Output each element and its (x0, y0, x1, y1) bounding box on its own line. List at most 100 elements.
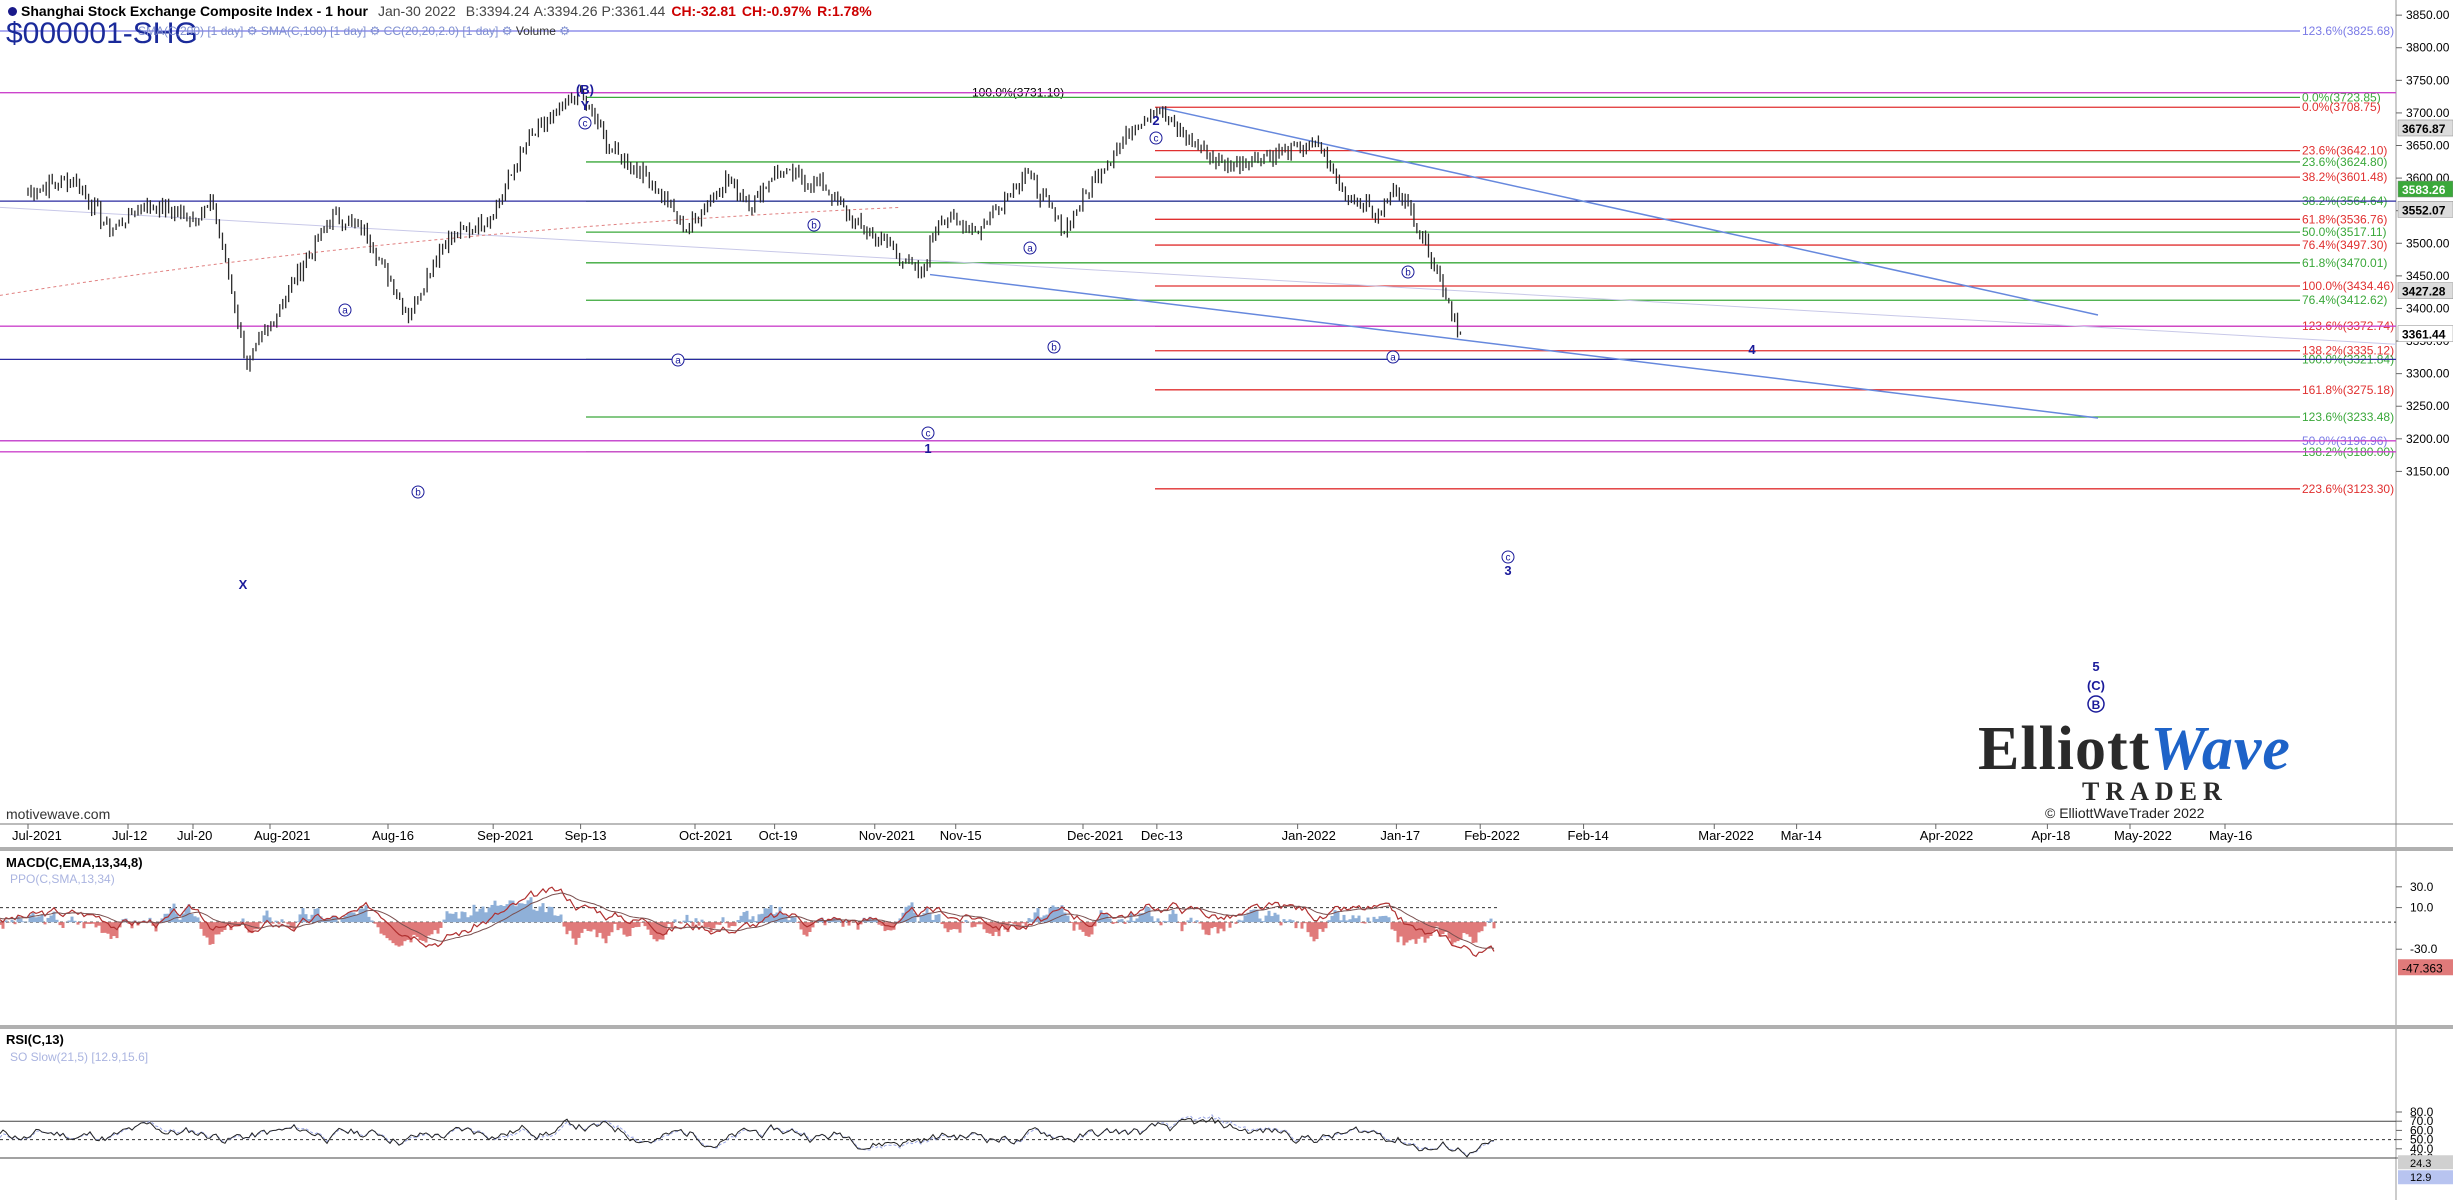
fib-level-label: 76.4%(3412.62) (2302, 293, 2387, 307)
trend-line-lower (929, 273, 2099, 419)
subwave-b: b (415, 488, 421, 499)
subwave-a: a (1390, 353, 1396, 364)
study-sma200[interactable]: SMA(C,200) [1 day] (138, 24, 243, 38)
time-tick-label: Dec-2021 (1067, 828, 1123, 843)
studies-list: SMA(C,200) [1 day] ⚙ SMA(C,100) [1 day] … (138, 24, 570, 38)
wave-label-5: 5 (2092, 659, 2099, 674)
fib-level-label: 123.6%(3825.68) (2302, 24, 2394, 38)
fib-level-label: 23.6%(3624.80) (2302, 155, 2387, 169)
price-tick-label: 3850.00 (2406, 8, 2450, 22)
header-bid: B:3394.24 (465, 3, 530, 19)
time-tick-label: Aug-2021 (254, 828, 310, 843)
fib-level-label: 123.6%(3233.48) (2302, 410, 2394, 424)
price-tick-label: 3700.00 (2406, 106, 2450, 120)
price-tick-label: 3400.00 (2406, 301, 2450, 315)
study-sma100[interactable]: SMA(C,100) [1 day] (261, 24, 366, 38)
subwave-a: a (1027, 244, 1033, 255)
trend-line-faint (0, 206, 2397, 345)
header-range: R:1.78% (817, 3, 872, 19)
price-tick-label: 3300.00 (2406, 367, 2450, 381)
price-tick-label: 3500.00 (2406, 236, 2450, 250)
watermark: motivewave.com (6, 806, 111, 822)
gear-icon[interactable]: ⚙ (370, 24, 381, 38)
price-tick-label: 3250.00 (2406, 399, 2450, 413)
time-tick-label: Nov-15 (940, 828, 982, 843)
rsi-panel-sep (0, 1025, 2453, 1029)
subwave-b: b (1051, 343, 1057, 354)
time-tick-label: Sep-2021 (477, 828, 533, 843)
study-volume[interactable]: Volume (516, 24, 556, 38)
fib-level-label: 61.8%(3470.01) (2302, 256, 2387, 270)
fib-level-label: 161.8%(3275.18) (2302, 383, 2394, 397)
time-tick-label: Dec-13 (1141, 828, 1183, 843)
macd-last-label: -47.363 (2402, 961, 2443, 975)
header-change: CH:-32.81 (671, 3, 736, 19)
time-tick-label: Mar-2022 (1698, 828, 1754, 843)
fib-level-label: 0.0%(3708.75) (2302, 100, 2381, 114)
subwave-c: c (583, 119, 588, 130)
wave-label-circled-B: B (2092, 698, 2101, 712)
price-tick-label: 3650.00 (2406, 139, 2450, 153)
time-tick-label: May-16 (2209, 828, 2252, 843)
time-tick-label: Jan-2022 (1282, 828, 1336, 843)
time-tick-label: Jul-2021 (12, 828, 62, 843)
rsi-subtitle: SO Slow(21,5) [12.9,15.6] (10, 1050, 149, 1064)
wave-label-B: (B) (576, 82, 594, 97)
wave-label-2: 2 (1152, 113, 1159, 128)
logo-word-elliott: Elliott (1978, 715, 2151, 783)
macd-title: MACD(C,EMA,13,34,8) (6, 855, 143, 870)
rsi-line (0, 1116, 1495, 1158)
logo-word-wave: Wave (2150, 715, 2291, 783)
subwave-c: c (1506, 553, 1511, 564)
trend-line-upper (1159, 106, 2099, 316)
logo-word-trader: TRADER (2082, 777, 2228, 806)
time-tick-label: Feb-2022 (1464, 828, 1520, 843)
subwave-b: b (1405, 268, 1411, 279)
time-tick-label: Sep-13 (565, 828, 607, 843)
gear-icon[interactable]: ⚙ (247, 24, 258, 38)
study-cc[interactable]: CC(20,20,2.0) [1 day] (384, 24, 499, 38)
gear-icon[interactable]: ⚙ (559, 24, 570, 38)
subwave-a: a (342, 306, 348, 317)
macd-tick-label: -30.0 (2410, 942, 2438, 956)
price-tick-label: 3750.00 (2406, 73, 2450, 87)
subwave-a: a (675, 356, 681, 367)
time-tick-label: May-2022 (2114, 828, 2172, 843)
fib-level-label: 50.0%(3517.11) (2302, 225, 2387, 239)
elliottwave-logo: ElliottWave TRADER (1978, 715, 2298, 806)
stoch-last-label: 12.9 (2410, 1172, 2431, 1184)
wave-label-Y: Y (581, 98, 590, 113)
rsi-last-label: 24.3 (2410, 1158, 2431, 1170)
chart-canvas: 123.6%(3825.68)100.0%(3731.10) 0.0%(3723.… (0, 0, 2453, 1200)
price-badge-label: 3427.28 (2402, 285, 2446, 299)
gear-icon[interactable]: ⚙ (502, 24, 513, 38)
time-tick-label: Apr-2022 (1920, 828, 1973, 843)
subwave-c: c (1154, 134, 1159, 145)
subwave-c: c (926, 429, 931, 440)
time-tick-label: Aug-16 (372, 828, 414, 843)
wave-label-C: (C) (2087, 678, 2105, 693)
time-tick-label: Mar-14 (1781, 828, 1822, 843)
price-tick-label: 3150.00 (2406, 464, 2450, 478)
wave-label-4: 4 (1748, 342, 1756, 357)
copyright: © ElliottWaveTrader 2022 (2045, 805, 2205, 821)
price-badge-label: 3552.07 (2402, 203, 2446, 217)
time-tick-label: Oct-2021 (679, 828, 732, 843)
fib-level-label: 76.4%(3497.30) (2302, 238, 2387, 252)
header-date: Jan-30 2022 (377, 3, 456, 19)
time-tick-label: Jul-12 (112, 828, 147, 843)
price-tick-label: 3450.00 (2406, 269, 2450, 283)
price-tick-label: 3800.00 (2406, 41, 2450, 55)
time-tick-label: Feb-14 (1568, 828, 1609, 843)
wave-label-3: 3 (1504, 563, 1511, 578)
header-change-pct: CH:-0.97% (741, 3, 812, 19)
time-tick-label: Jan-17 (1380, 828, 1420, 843)
price-tick-label: 3200.00 (2406, 432, 2450, 446)
price-badge-label: 3361.44 (2402, 328, 2446, 342)
wave-label-X: X (239, 577, 248, 592)
price-badge-label: 3676.87 (2402, 122, 2446, 136)
time-tick-label: Nov-2021 (859, 828, 915, 843)
wave-label-1: 1 (924, 441, 931, 456)
macd-tick-label: 30.0 (2410, 880, 2434, 894)
rsi-title: RSI(C,13) (6, 1032, 64, 1047)
